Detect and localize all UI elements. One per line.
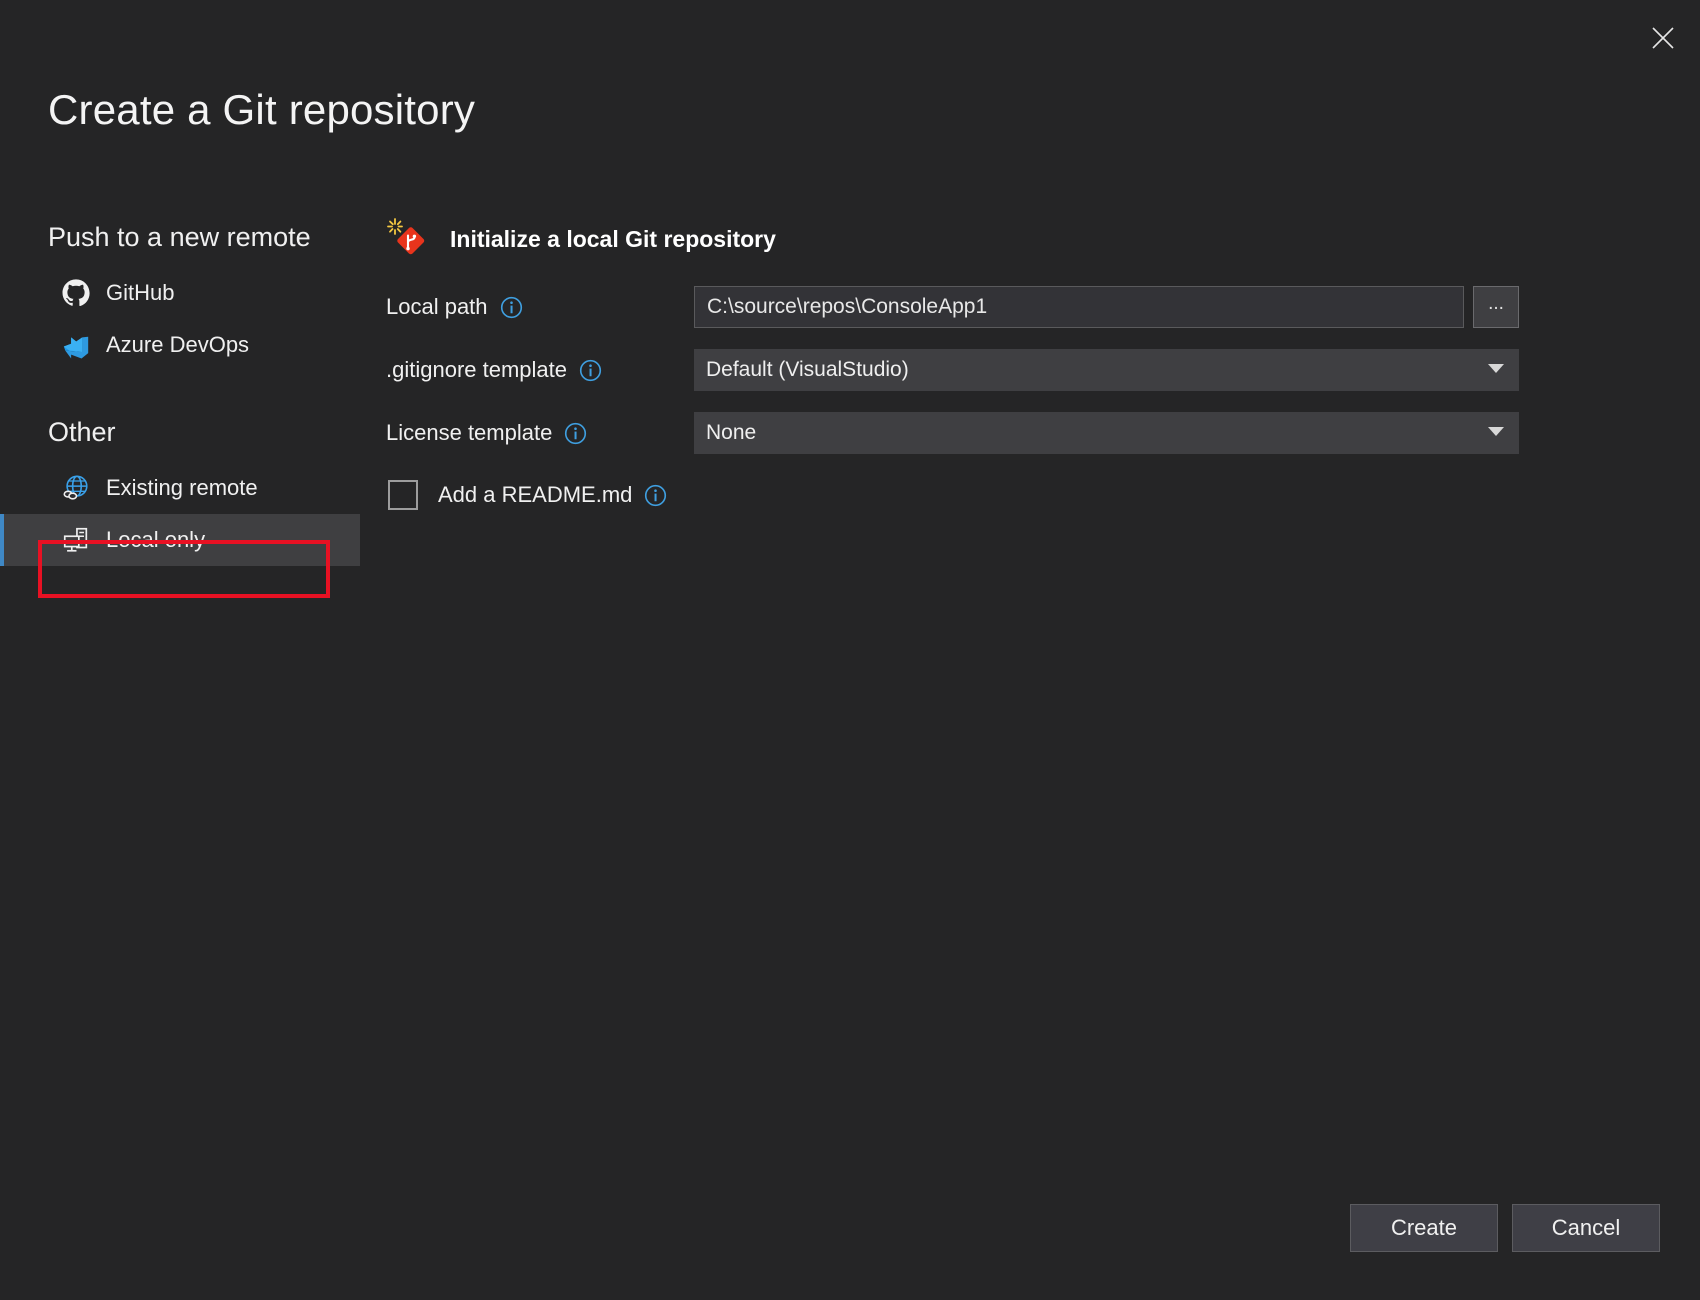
dialog-footer: Create Cancel <box>1350 1204 1660 1252</box>
sidebar-item-label: Local only <box>106 527 205 553</box>
info-icon[interactable] <box>579 359 602 382</box>
add-readme-row: Add a README.md <box>386 474 1660 516</box>
panel-title: Initialize a local Git repository <box>450 226 776 253</box>
add-readme-checkbox[interactable] <box>388 480 418 510</box>
gitignore-template-select[interactable]: Default (VisualStudio) <box>694 349 1519 391</box>
close-icon <box>1650 25 1676 51</box>
license-template-label: License template <box>386 420 552 446</box>
license-template-value: None <box>695 421 756 445</box>
close-button[interactable] <box>1636 12 1690 64</box>
initialize-repository-panel: Initialize a local Git repository Local … <box>386 215 1660 516</box>
browse-button[interactable]: ... <box>1473 286 1519 328</box>
chevron-down-icon <box>1488 361 1504 379</box>
sidebar: Push to a new remote GitHub Azure DevOps… <box>0 222 360 566</box>
local-path-input[interactable] <box>694 286 1464 328</box>
create-git-repository-dialog: Create a Git repository Push to a new re… <box>0 0 1700 1300</box>
local-path-row: Local path ... <box>386 285 1660 329</box>
globe-link-icon <box>60 472 92 504</box>
gitignore-template-value: Default (VisualStudio) <box>695 358 909 382</box>
sidebar-item-label: GitHub <box>106 280 174 306</box>
info-icon[interactable] <box>644 484 667 507</box>
info-icon[interactable] <box>500 296 523 319</box>
github-icon <box>60 277 92 309</box>
gitignore-template-row: .gitignore template Default (VisualStudi… <box>386 348 1660 392</box>
local-computer-icon <box>60 524 92 556</box>
sidebar-item-local-only[interactable]: Local only <box>0 514 360 566</box>
gitignore-template-label: .gitignore template <box>386 357 567 383</box>
sidebar-item-label: Azure DevOps <box>106 332 249 358</box>
sidebar-group-heading-other: Other <box>0 417 360 448</box>
sidebar-item-github[interactable]: GitHub <box>0 267 360 319</box>
license-template-row: License template None <box>386 411 1660 455</box>
sidebar-item-label: Existing remote <box>106 475 258 501</box>
add-readme-label: Add a README.md <box>438 482 632 508</box>
sidebar-item-existing-remote[interactable]: Existing remote <box>0 462 360 514</box>
azure-devops-icon <box>60 329 92 361</box>
panel-header: Initialize a local Git repository <box>386 215 1660 263</box>
local-path-label: Local path <box>386 294 488 320</box>
license-template-select[interactable]: None <box>694 412 1519 454</box>
info-icon[interactable] <box>564 422 587 445</box>
sidebar-item-azure-devops[interactable]: Azure DevOps <box>0 319 360 371</box>
git-repository-icon <box>386 217 428 261</box>
sidebar-group-heading-push: Push to a new remote <box>0 222 360 253</box>
chevron-down-icon <box>1488 424 1504 442</box>
create-button[interactable]: Create <box>1350 1204 1498 1252</box>
cancel-button[interactable]: Cancel <box>1512 1204 1660 1252</box>
page-title: Create a Git repository <box>48 86 475 134</box>
